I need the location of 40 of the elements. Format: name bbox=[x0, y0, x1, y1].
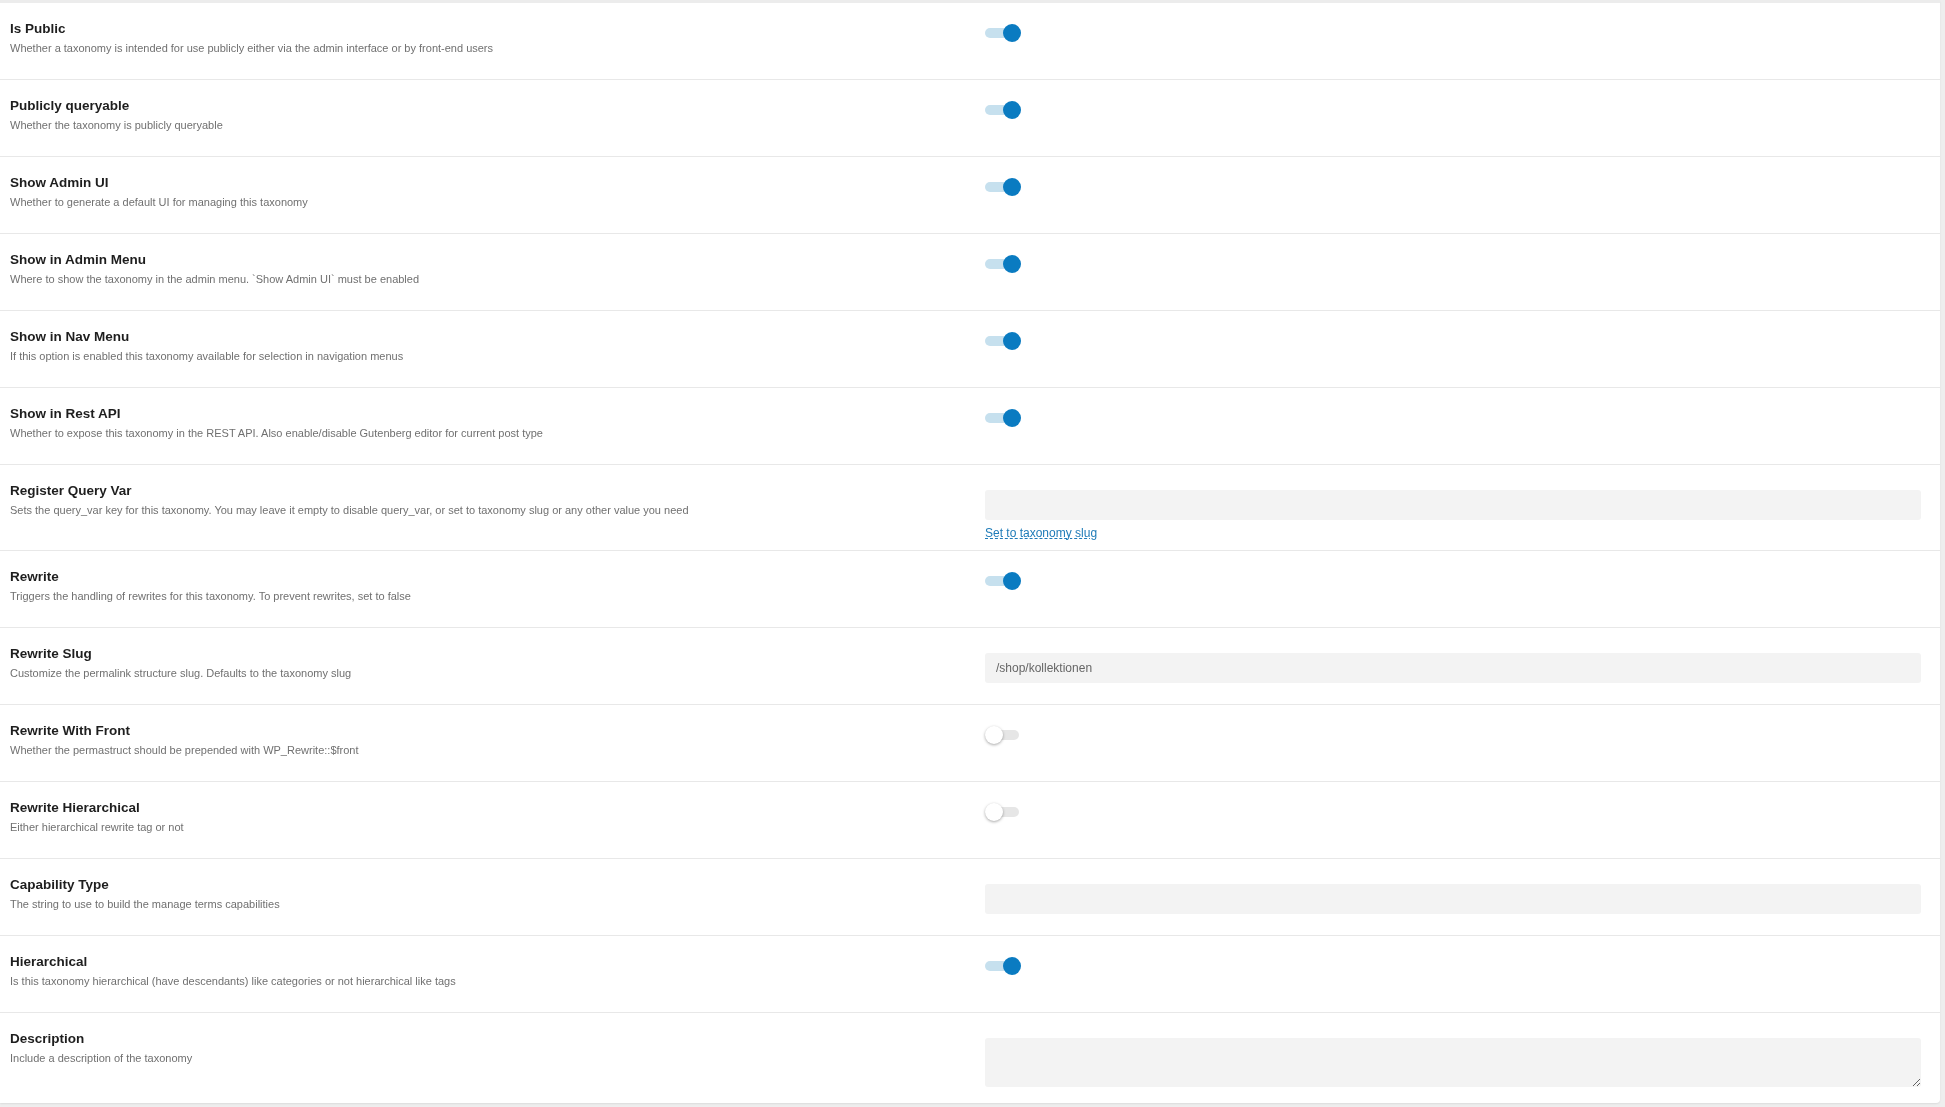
toggle-switch[interactable] bbox=[985, 802, 1021, 822]
setting-title: Show Admin UI bbox=[10, 175, 109, 191]
setting-description: Customize the permalink structure slug. Defaults to the taxonomy slug bbox=[10, 666, 352, 680]
toggle-switch[interactable] bbox=[985, 23, 1021, 43]
toggle-switch[interactable] bbox=[985, 571, 1021, 591]
toggle-switch[interactable] bbox=[985, 956, 1021, 976]
setting-title: Show in Nav Menu bbox=[10, 329, 130, 345]
setting-title: Rewrite bbox=[10, 569, 59, 585]
setting-title: Register Query Var bbox=[10, 483, 132, 499]
setting-title: Is Public bbox=[10, 21, 66, 37]
setting-title: Rewrite Slug bbox=[10, 646, 92, 662]
setting-title: Capability Type bbox=[10, 877, 109, 893]
setting-description: Is this taxonomy hierarchical (have descendants) like categories or not hierarchical like tags bbox=[10, 974, 456, 988]
setting-title: Rewrite With Front bbox=[10, 723, 130, 739]
setting-description: Whether the permastruct should be prepended with WP_Rewrite::$front bbox=[10, 743, 359, 757]
setting-description: Triggers the handling of rewrites for this taxonomy. To prevent rewrites, set to false bbox=[10, 589, 411, 603]
toggle-switch[interactable] bbox=[985, 725, 1021, 745]
toggle-switch[interactable] bbox=[985, 177, 1021, 197]
setting-description: Either hierarchical rewrite tag or not bbox=[10, 820, 184, 834]
setting-title: Description bbox=[10, 1031, 85, 1047]
toggle-switch[interactable] bbox=[985, 331, 1021, 351]
setting-description: Whether to expose this taxonomy in the REST API. Also enable/disable Gutenberg editor for current post type bbox=[10, 426, 543, 440]
setting-description: The string to use to build the manage terms capabilities bbox=[10, 897, 280, 911]
text-field[interactable]: /shop/kollektionen bbox=[985, 653, 1921, 683]
setting-description: Where to show the taxonomy in the admin menu. `Show Admin UI` must be enabled bbox=[10, 272, 420, 286]
toggle-switch[interactable] bbox=[985, 408, 1021, 428]
setting-description: If this option is enabled this taxonomy available for selection in navigation menus bbox=[10, 349, 404, 363]
setting-title: Publicly queryable bbox=[10, 98, 130, 114]
setting-title: Rewrite Hierarchical bbox=[10, 800, 140, 816]
setting-description: Sets the query_var key for this taxonomy. You may leave it empty to disable query_var, or set to taxonomy slug or any other value you need bbox=[10, 503, 689, 517]
setting-description: Whether the taxonomy is publicly queryable bbox=[10, 118, 223, 132]
set-slug-link[interactable]: Set to taxonomy slug bbox=[985, 527, 1098, 539]
setting-title: Hierarchical bbox=[10, 954, 88, 970]
setting-description: Whether a taxonomy is intended for use publicly either via the admin interface or by front-end users bbox=[10, 41, 494, 55]
toggle-switch[interactable] bbox=[985, 254, 1021, 274]
setting-title: Show in Admin Menu bbox=[10, 252, 146, 268]
toggle-switch[interactable] bbox=[985, 100, 1021, 120]
setting-description: Whether to generate a default UI for managing this taxonomy bbox=[10, 195, 308, 209]
setting-description: Include a description of the taxonomy bbox=[10, 1051, 193, 1065]
setting-title: Show in Rest API bbox=[10, 406, 121, 422]
